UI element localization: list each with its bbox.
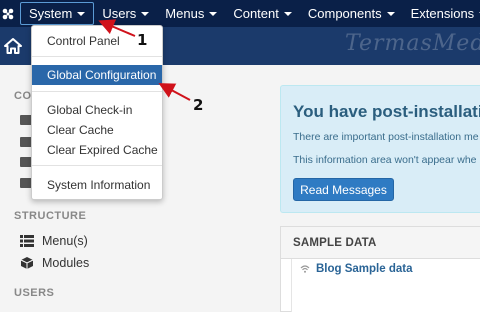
home-icon[interactable] <box>4 37 22 55</box>
sidebar-item-label: Modules <box>42 256 90 270</box>
menu-item-clear-expired-cache[interactable]: Clear Expired Cache <box>32 140 162 160</box>
menu-system[interactable]: System <box>20 2 95 25</box>
menu-item-system-information[interactable]: System Information <box>32 175 162 195</box>
sidebar-item-menus[interactable]: Menu(s) <box>20 234 88 248</box>
menu-components[interactable]: Components <box>300 0 403 27</box>
sidebar-heading-structure: STRUCTURE <box>14 210 87 222</box>
blog-sample-label: Blog Sample data <box>316 263 413 275</box>
menu-users[interactable]: Users <box>94 0 157 27</box>
system-dropdown-menu: Control Panel Global Configuration Globa… <box>31 25 163 200</box>
watermark-text: TermasMedia <box>345 31 480 56</box>
menu-divider <box>32 165 162 166</box>
menu-item-clear-cache[interactable]: Clear Cache <box>32 120 162 140</box>
postinstall-text-1: There are important post-installation me <box>293 131 479 143</box>
top-navbar: System Users Menus Content Components Ex… <box>0 0 480 27</box>
sample-data-header: SAMPLE DATA <box>281 227 480 259</box>
menu-content[interactable]: Content <box>225 0 300 27</box>
menu-item-global-configuration[interactable]: Global Configuration <box>32 65 162 85</box>
broadcast-icon <box>300 265 310 273</box>
chevron-down-icon <box>283 11 292 16</box>
annotation-number-1: 1 <box>137 31 148 49</box>
menu-menus[interactable]: Menus <box>157 0 225 27</box>
sample-data-title: SAMPLE DATA <box>293 237 377 249</box>
blog-sample-link[interactable]: Blog Sample data <box>300 263 413 275</box>
annotation-number-2: 2 <box>193 96 204 114</box>
sidebar-item-modules[interactable]: Modules <box>20 256 89 270</box>
menu-item-global-checkin[interactable]: Global Check-in <box>32 100 162 120</box>
sidebar-heading-partial: CO <box>14 90 32 102</box>
postinstall-text-2: This information area won't appear whe <box>293 154 477 166</box>
menu-extensions[interactable]: Extensions <box>403 0 480 27</box>
list-icon <box>20 235 34 247</box>
menu-divider <box>32 91 162 92</box>
sidebar-heading-users: USERS <box>14 287 55 299</box>
chevron-down-icon <box>141 11 150 16</box>
chevron-down-icon <box>209 11 218 16</box>
read-messages-button[interactable]: Read Messages <box>293 178 394 201</box>
chevron-down-icon <box>77 11 86 16</box>
chevron-down-icon <box>386 11 395 16</box>
sidebar-item-label: Menu(s) <box>42 234 88 248</box>
cube-icon <box>20 257 34 269</box>
postinstall-alert: You have post-installation There are imp… <box>280 85 480 213</box>
postinstall-title: You have post-installation <box>293 102 480 121</box>
joomla-logo-icon[interactable] <box>0 0 16 27</box>
menu-divider <box>32 56 162 57</box>
